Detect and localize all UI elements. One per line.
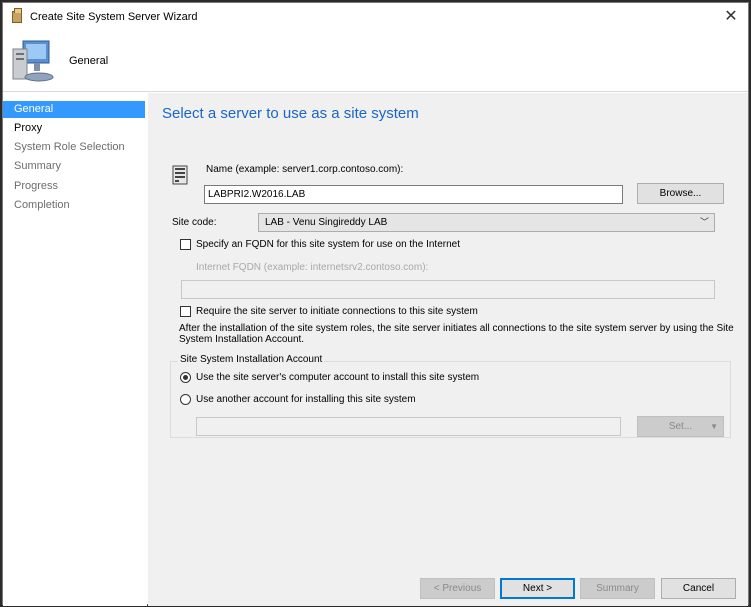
title-bar: Create Site System Server Wizard ✕ bbox=[3, 3, 748, 31]
computer-icon bbox=[12, 40, 54, 82]
wizard-app-icon bbox=[12, 8, 22, 23]
next-button[interactable]: Next > bbox=[500, 578, 575, 599]
site-code-dropdown[interactable]: LAB - Venu Singireddy LAB ﹀ bbox=[258, 213, 715, 232]
other-account-radio[interactable] bbox=[180, 394, 191, 405]
set-button-label: Set... bbox=[668, 421, 693, 432]
previous-button[interactable]: < Previous bbox=[420, 578, 495, 599]
summary-button[interactable]: Summary bbox=[580, 578, 655, 599]
account-input[interactable] bbox=[196, 417, 621, 436]
server-name-input[interactable]: LABPRI2.W2016.LAB bbox=[204, 185, 623, 204]
require-connections-label[interactable]: Require the site server to initiate conn… bbox=[196, 306, 478, 317]
server-icon bbox=[172, 165, 188, 185]
wizard-footer: < Previous Next > Summary Cancel bbox=[148, 563, 748, 606]
nav-step-proxy[interactable]: Proxy bbox=[3, 120, 145, 137]
browse-button[interactable]: Browse... bbox=[637, 183, 724, 204]
internet-fqdn-input[interactable] bbox=[181, 280, 715, 299]
set-account-button[interactable]: Set... ▼ bbox=[637, 416, 724, 437]
wizard-header: General bbox=[3, 31, 748, 92]
computer-account-radio-label[interactable]: Use the site server's computer account t… bbox=[196, 372, 479, 383]
window-title: Create Site System Server Wizard bbox=[30, 11, 198, 23]
dropdown-arrow-icon: ▼ bbox=[710, 422, 718, 431]
require-connections-checkbox[interactable] bbox=[180, 306, 191, 317]
page-title: Select a server to use as a site system bbox=[162, 105, 419, 122]
internet-fqdn-label: Internet FQDN (example: internetsrv2.con… bbox=[196, 262, 429, 273]
header-title: General bbox=[69, 55, 109, 67]
computer-account-radio[interactable] bbox=[180, 372, 191, 383]
nav-step-general[interactable]: General bbox=[3, 101, 145, 118]
site-code-label: Site code: bbox=[172, 217, 217, 228]
name-label: Name (example: server1.corp.contoso.com)… bbox=[206, 164, 404, 175]
installation-account-group-label: Site System Installation Account bbox=[178, 354, 325, 365]
nav-step-summary: Summary bbox=[14, 160, 62, 172]
site-code-value: LAB - Venu Singireddy LAB bbox=[265, 217, 388, 228]
wizard-steps-nav: General Proxy System Role Selection Summ… bbox=[3, 93, 147, 606]
close-button[interactable]: ✕ bbox=[718, 5, 744, 29]
nav-step-system-role-selection: System Role Selection bbox=[14, 141, 125, 153]
nav-step-completion: Completion bbox=[14, 199, 70, 211]
cancel-button[interactable]: Cancel bbox=[661, 578, 736, 599]
fqdn-checkbox-label[interactable]: Specify an FQDN for this site system for… bbox=[196, 239, 460, 250]
chevron-down-icon: ﹀ bbox=[699, 217, 709, 227]
nav-step-progress: Progress bbox=[14, 180, 59, 192]
info-text: After the installation of the site syste… bbox=[179, 323, 734, 345]
fqdn-checkbox[interactable] bbox=[180, 239, 191, 250]
wizard-window: Create Site System Server Wizard ✕ Gener… bbox=[2, 2, 749, 606]
wizard-content: Select a server to use as a site system … bbox=[148, 93, 748, 563]
other-account-radio-label[interactable]: Use another account for installing this … bbox=[196, 394, 416, 405]
